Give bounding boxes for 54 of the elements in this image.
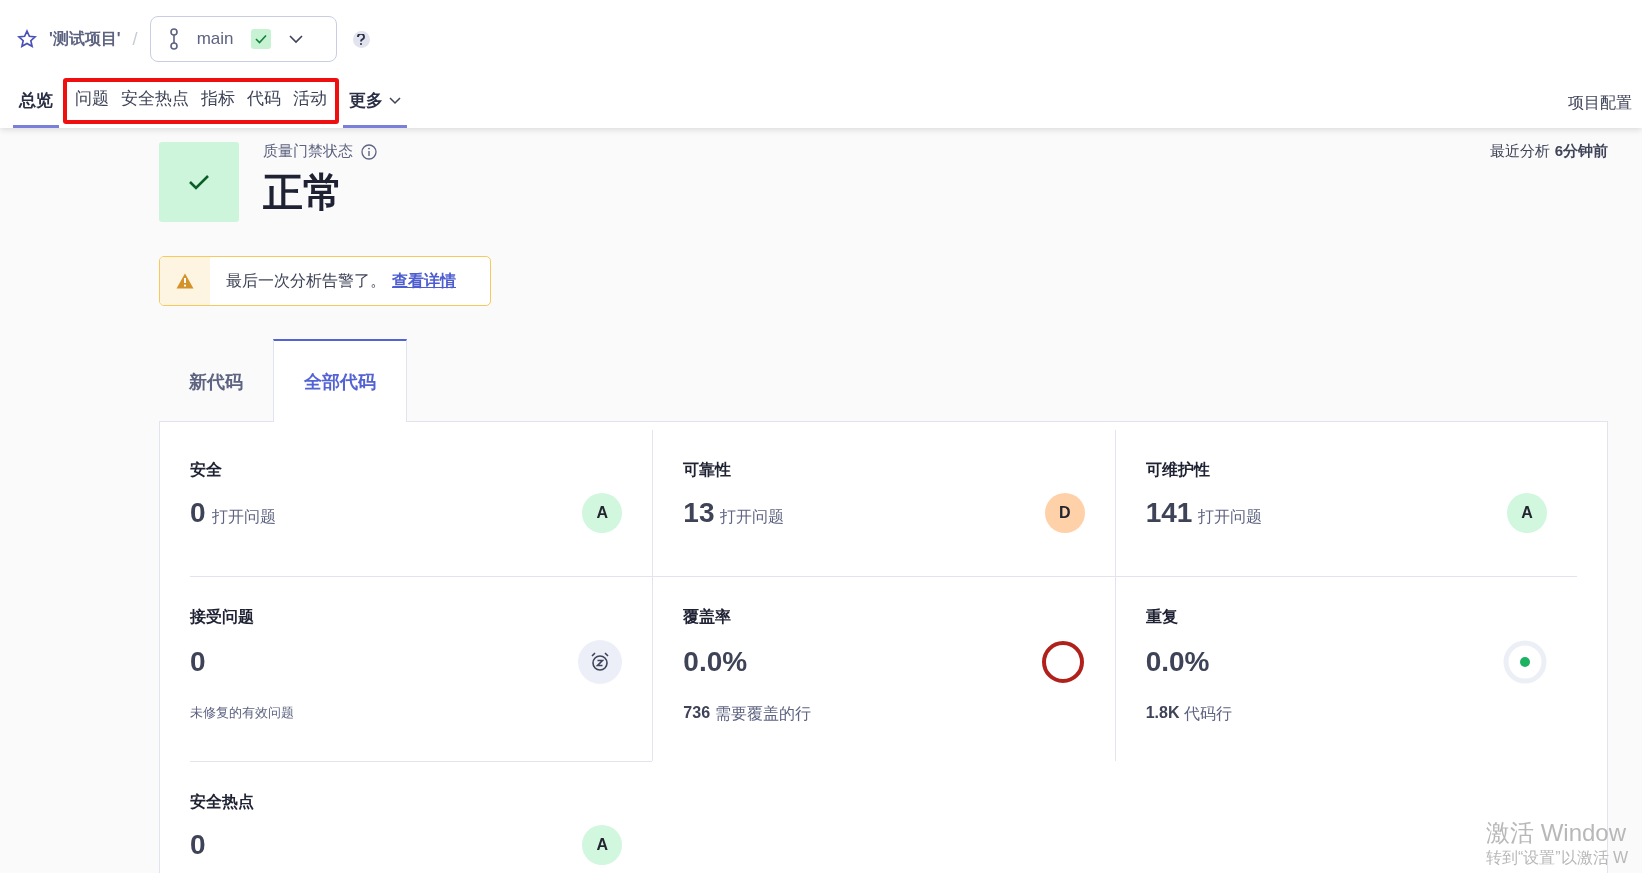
metric-title: 重复 (1145, 607, 1179, 627)
details-link[interactable]: 查看详情 (392, 270, 456, 292)
activation-notice-title: 激活 Window (1486, 818, 1628, 848)
metric-title: 安全 (190, 460, 223, 480)
nav-tab[interactable]: 安全热点 (115, 87, 195, 115)
rating-badge: D (1044, 493, 1085, 533)
metric-value[interactable]: 13 (683, 497, 715, 529)
metric-value[interactable]: 0 (190, 497, 206, 529)
nav-tab[interactable]: 问题 (69, 87, 115, 115)
rating-badge: A (1507, 493, 1547, 533)
project-settings-link[interactable]: 项目配置 (1568, 78, 1642, 128)
metric-value[interactable]: 0 (190, 829, 206, 861)
duplication-ring-icon (1503, 640, 1547, 684)
last-analysis: 最近分析 6分钟前 (1490, 142, 1608, 161)
star-icon[interactable] (17, 29, 37, 49)
branch-selector[interactable]: main (149, 16, 337, 62)
nav-tab[interactable]: 总览 (13, 78, 59, 128)
metric-value[interactable]: 0.0% (1145, 646, 1210, 678)
nav-tab[interactable]: 代码 (241, 87, 287, 115)
chevron-down-icon (389, 96, 401, 105)
metric-title: 可维护性 (1145, 460, 1211, 480)
warning-message: 最后一次分析告警了。 查看详情 (210, 257, 456, 305)
metric-title: 安全热点 (190, 792, 255, 812)
code-tab[interactable]: 新代码 (159, 339, 273, 422)
metric-unit: 打开问题 (211, 507, 276, 527)
metric-title: 可靠性 (683, 460, 733, 480)
nav-tab[interactable]: 活动 (287, 87, 333, 115)
gate-status: 正常 (263, 169, 344, 216)
code-tab[interactable]: 全部代码 (273, 339, 407, 422)
metric-value[interactable]: 0 (190, 646, 206, 678)
breadcrumb-separator: / (132, 28, 138, 50)
metric-unit: 打开问题 (720, 507, 785, 527)
metric-title: 接受问题 (190, 607, 255, 627)
nav-tab[interactable]: 指标 (195, 87, 241, 115)
branch-icon (168, 28, 179, 50)
project-name[interactable]: '测试项目' (49, 28, 121, 50)
nav-tab[interactable]: 更多 (343, 78, 407, 128)
metric-value[interactable]: 0.0% (683, 646, 748, 678)
rating-badge: A (582, 825, 623, 865)
rating-badge: A (582, 493, 623, 533)
snooze-clock-icon (578, 640, 623, 684)
info-icon[interactable] (361, 143, 377, 160)
gate-label: 质量门禁状态 (263, 142, 353, 161)
help-icon[interactable] (352, 30, 370, 48)
warning-icon (176, 273, 194, 289)
chevron-down-icon (289, 34, 304, 44)
activation-notice-text: 转到“设置”以激活 W (1486, 848, 1629, 868)
coverage-ring-icon (1040, 640, 1085, 684)
metric-unit: 打开问题 (1198, 507, 1263, 527)
metric-title: 覆盖率 (683, 607, 733, 627)
metric-note: 1.8K 代码行 (1145, 704, 1234, 724)
metric-value[interactable]: 141 (1145, 497, 1193, 529)
metric-note: 未修复的有效问题 (190, 704, 295, 722)
metric-note: 736 需要覆盖的行 (683, 704, 813, 724)
